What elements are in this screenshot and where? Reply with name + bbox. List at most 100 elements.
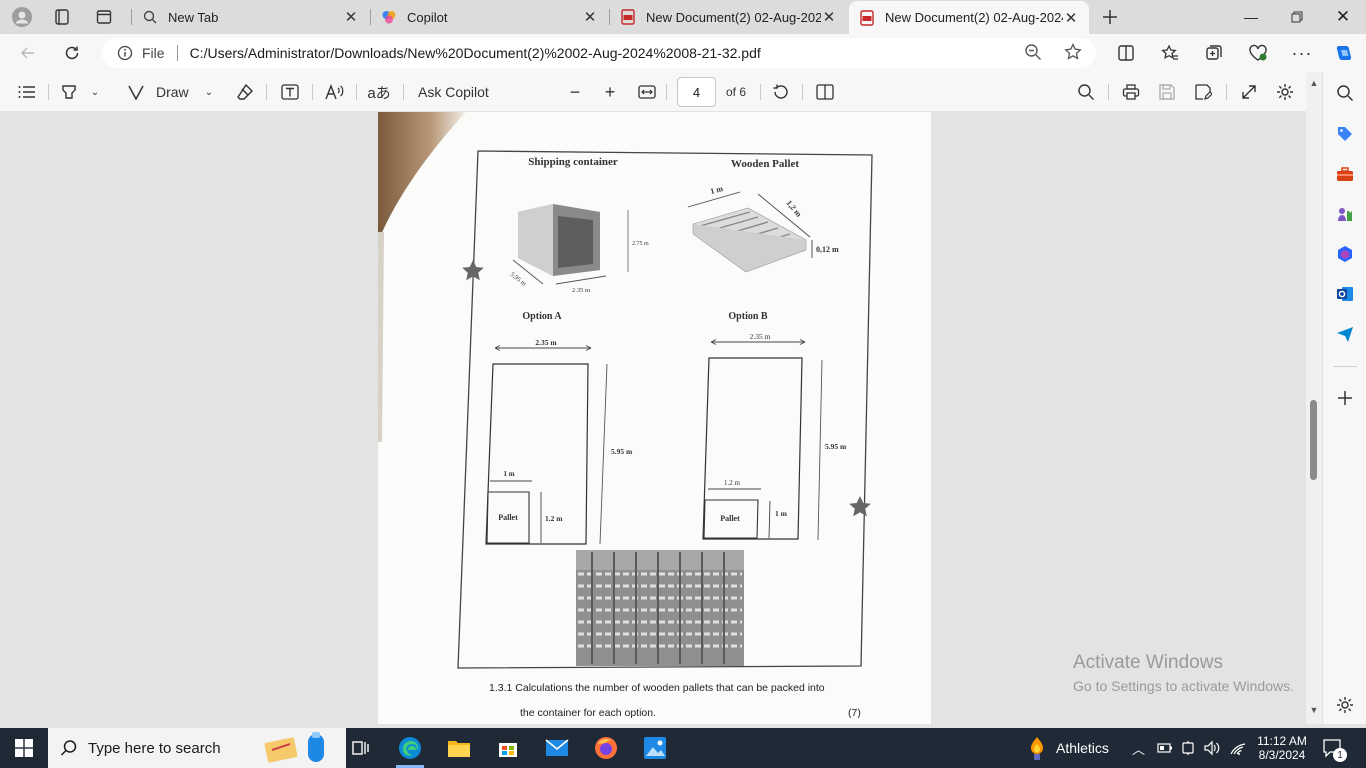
close-window-button[interactable]: ✕	[1320, 0, 1366, 34]
taskbar-file-explorer[interactable]	[439, 732, 479, 764]
highlight-dropdown[interactable]: ⌄	[86, 80, 104, 104]
collections-button[interactable]	[1198, 38, 1230, 68]
settings-more-button[interactable]: ···	[1286, 38, 1318, 68]
browser-essentials-button[interactable]	[1242, 38, 1274, 68]
tab-title: New Document(2) 02-Aug-2024	[885, 10, 1063, 25]
clock[interactable]: 11:12 AM 8/3/2024	[1257, 728, 1307, 768]
start-button[interactable]	[4, 732, 44, 764]
divider	[266, 84, 267, 100]
taskbar-photos[interactable]	[635, 732, 675, 764]
network-indicator[interactable]	[1229, 728, 1247, 768]
scroll-thumb[interactable]	[1310, 400, 1317, 480]
pdf-settings-button[interactable]	[1274, 80, 1296, 104]
tab-pdf-document[interactable]: New Document(2) 02-Aug-2024 ✕	[610, 2, 847, 32]
zoom-out-button[interactable]: −	[564, 80, 586, 104]
sidebar-add-button[interactable]	[1334, 387, 1356, 409]
weather-widget[interactable]: Athletics	[1026, 728, 1109, 768]
taskbar-mail[interactable]	[537, 732, 577, 764]
fullscreen-button[interactable]	[1238, 80, 1260, 104]
print-button[interactable]	[1120, 80, 1142, 104]
find-button[interactable]	[1075, 80, 1097, 104]
page-number-input[interactable]: 4	[677, 77, 716, 107]
translate-button[interactable]: aあ	[366, 80, 392, 104]
store-icon	[499, 743, 517, 757]
ask-copilot-button[interactable]: Ask Copilot	[418, 80, 494, 104]
task-view-button[interactable]	[341, 732, 381, 764]
save-button[interactable]	[1156, 80, 1178, 104]
rotate-button[interactable]	[770, 80, 792, 104]
sidebar-shopping-button[interactable]	[1334, 123, 1356, 145]
vertical-scrollbar[interactable]: ▲ ▼	[1306, 72, 1322, 724]
zoom-in-button[interactable]: +	[599, 80, 621, 104]
back-button[interactable]	[12, 38, 44, 68]
scan-edge	[378, 232, 384, 442]
minimize-button[interactable]: —	[1228, 0, 1274, 34]
fit-to-width-button[interactable]	[636, 80, 658, 104]
favorites-button[interactable]	[1154, 38, 1186, 68]
workspaces-button[interactable]	[46, 3, 78, 31]
contents-button[interactable]	[14, 80, 40, 104]
close-tab-icon[interactable]: ✕	[1063, 10, 1079, 27]
new-tab-button[interactable]	[1094, 3, 1126, 31]
notification-badge: 1	[1333, 748, 1347, 762]
battery-indicator[interactable]	[1157, 728, 1173, 768]
profile-button[interactable]	[6, 3, 38, 31]
info-icon[interactable]	[116, 44, 134, 62]
pdf-viewer[interactable]: Shipping container 2.75 m 5.95 m 2.35 m …	[0, 112, 1306, 724]
close-tab-icon[interactable]: ✕	[821, 9, 837, 26]
torch-icon	[1031, 737, 1043, 760]
photos-icon	[644, 737, 666, 759]
pallet-length-label: 1 m	[709, 184, 724, 196]
add-text-button[interactable]	[278, 80, 302, 104]
taskbar-edge[interactable]	[390, 732, 430, 768]
taskbar-store[interactable]	[488, 732, 528, 764]
save-as-button[interactable]	[1192, 80, 1214, 104]
tab-actions-button[interactable]	[88, 3, 120, 31]
sidebar-settings-button[interactable]	[1334, 694, 1356, 716]
sidebar-outlook-button[interactable]	[1334, 283, 1356, 305]
page-view-button[interactable]	[814, 80, 836, 104]
save-as-icon	[1195, 84, 1212, 100]
address-bar[interactable]: File C:/Users/Administrator/Downloads/Ne…	[102, 38, 1096, 68]
url-text[interactable]: C:/Users/Administrator/Downloads/New%20D…	[190, 45, 761, 61]
option-b-width-label: 2.35 m	[750, 332, 771, 341]
favorite-button[interactable]	[1062, 41, 1084, 63]
zoom-button[interactable]	[1022, 41, 1044, 63]
sidebar-games-button[interactable]	[1334, 203, 1356, 225]
scroll-up-icon[interactable]: ▲	[1309, 78, 1319, 88]
sidebar-tools-button[interactable]	[1334, 163, 1356, 185]
tab-pdf-document-active[interactable]: New Document(2) 02-Aug-2024 ✕	[849, 1, 1089, 34]
list-icon	[18, 86, 35, 98]
show-hidden-icons[interactable]: ︿	[1132, 728, 1145, 768]
sidebar-send-button[interactable]	[1334, 323, 1356, 345]
notification-center-button[interactable]: 1	[1322, 728, 1347, 768]
read-aloud-button[interactable]	[322, 80, 348, 104]
sidebar-search-button[interactable]	[1334, 82, 1356, 104]
scroll-down-icon[interactable]: ▼	[1309, 705, 1319, 715]
sidebar-microsoft365-button[interactable]	[1334, 243, 1356, 265]
weather-label: Athletics	[1056, 740, 1109, 756]
option-b-title: Option B	[728, 311, 768, 322]
split-screen-button[interactable]	[1110, 38, 1142, 68]
taskbar-firefox[interactable]	[586, 732, 626, 764]
profile-icon	[12, 7, 32, 27]
tab-new-tab[interactable]: New Tab ✕	[132, 2, 369, 32]
close-tab-icon[interactable]: ✕	[582, 9, 598, 26]
refresh-button[interactable]	[56, 38, 88, 68]
draw-dropdown[interactable]: ⌄	[200, 80, 218, 104]
restore-button[interactable]	[1274, 0, 1320, 34]
draw-label: Draw	[156, 84, 189, 100]
draw-button[interactable]: Draw	[126, 80, 204, 104]
tab-actions-icon	[96, 10, 112, 24]
erase-button[interactable]	[234, 80, 256, 104]
taskbar-search-box[interactable]: Type here to search	[48, 728, 346, 768]
option-a-title: Option A	[522, 311, 562, 322]
highlight-button[interactable]	[58, 80, 80, 104]
pdf-icon	[859, 9, 875, 26]
tag-icon	[1338, 127, 1352, 141]
tab-copilot[interactable]: Copilot ✕	[371, 2, 608, 32]
close-tab-icon[interactable]: ✕	[343, 9, 359, 26]
copilot-button[interactable]	[1328, 38, 1360, 68]
vpn-indicator[interactable]	[1181, 728, 1195, 768]
volume-control[interactable]	[1203, 728, 1221, 768]
